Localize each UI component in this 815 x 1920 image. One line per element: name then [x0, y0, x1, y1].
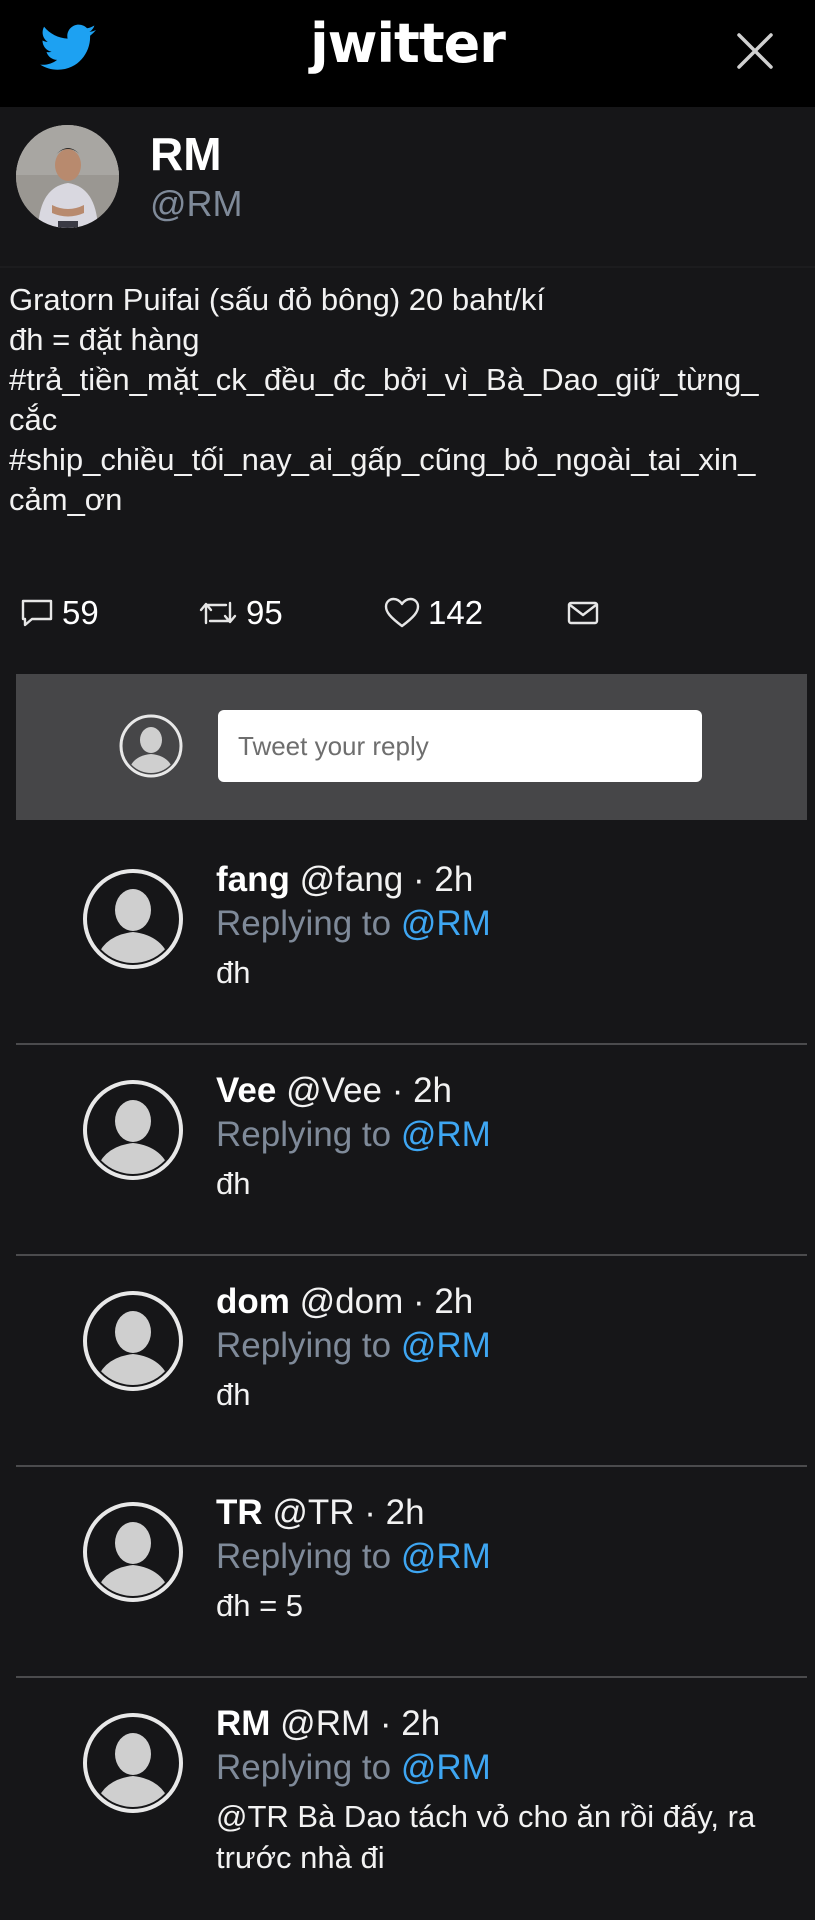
like-count: 142	[428, 594, 484, 631]
author-name[interactable]: RM	[150, 127, 222, 181]
mention-link[interactable]: @RM	[401, 1748, 491, 1787]
heart-icon	[384, 597, 420, 628]
app-logo-text: jwitter	[310, 12, 506, 75]
reply-text: đh	[216, 1377, 251, 1412]
top-bar: jwitter	[0, 0, 815, 107]
tweet-line: Gratorn Puifai (sấu đỏ bông) 20 baht/kí	[9, 282, 545, 317]
mention-link[interactable]: @RM	[401, 1537, 491, 1576]
reply-item[interactable]: RM @RM · 2h Replying to @RM @TR Bà Dao t…	[16, 1676, 807, 1887]
replying-to: Replying to @RM	[216, 1115, 491, 1155]
reply-item[interactable]: TR @TR · 2h Replying to @RM đh = 5	[16, 1465, 807, 1678]
retweet-count: 95	[246, 594, 283, 631]
mention-link[interactable]: @RM	[401, 1326, 491, 1365]
share-action[interactable]	[566, 588, 600, 638]
tweet-text: Gratorn Puifai (sấu đỏ bông) 20 baht/kí …	[9, 280, 809, 520]
author-handle[interactable]: @RM	[150, 183, 243, 225]
reply-item[interactable]: fang @fang · 2h Replying to @RM đh	[16, 832, 807, 1045]
replying-to: Replying to @RM	[216, 1748, 491, 1788]
reply-input[interactable]	[218, 710, 702, 782]
user-avatar-icon[interactable]	[82, 1290, 184, 1392]
reply-header: TR @TR · 2h	[216, 1493, 425, 1533]
reply-header: Vee @Vee · 2h	[216, 1071, 452, 1111]
mention-link[interactable]: @RM	[401, 904, 491, 943]
like-action[interactable]: 142	[384, 588, 483, 638]
retweet-action[interactable]: 95	[198, 588, 283, 638]
reply-author-name[interactable]: TR	[216, 1493, 263, 1532]
tweet-line: đh = đặt hàng	[9, 322, 200, 357]
tweet-actions: 59 95 142	[0, 588, 815, 638]
user-avatar-icon	[119, 714, 183, 778]
reply-item[interactable]: Vee @Vee · 2h Replying to @RM đh	[16, 1043, 807, 1256]
replying-to: Replying to @RM	[216, 1326, 491, 1366]
reply-meta: @Vee · 2h	[286, 1071, 453, 1110]
reply-text: đh	[216, 1166, 251, 1201]
reply-author-name[interactable]: fang	[216, 860, 290, 899]
replying-prefix: Replying to	[216, 1748, 392, 1787]
replying-prefix: Replying to	[216, 1326, 392, 1365]
user-avatar-icon[interactable]	[82, 868, 184, 970]
reply-composer	[16, 674, 807, 820]
user-avatar-icon[interactable]	[82, 1501, 184, 1603]
reply-author-name[interactable]: dom	[216, 1282, 290, 1321]
close-icon[interactable]	[736, 32, 774, 70]
hashtag-link[interactable]: #trả_tiền_mặt_ck_đều_đc_bởi_vì_Bà_Dao_gi…	[9, 360, 809, 400]
author-avatar[interactable]	[16, 125, 119, 228]
reply-meta: @fang · 2h	[299, 860, 474, 899]
mention-link[interactable]: @RM	[401, 1115, 491, 1154]
reply-action[interactable]: 59	[20, 588, 99, 638]
hashtag-link[interactable]: cắc	[9, 400, 809, 440]
reply-item[interactable]: dom @dom · 2h Replying to @RM đh	[16, 1254, 807, 1467]
reply-header: fang @fang · 2h	[216, 860, 473, 900]
reply-text: đh	[216, 955, 251, 990]
retweet-icon	[199, 601, 237, 625]
replying-prefix: Replying to	[216, 1115, 392, 1154]
user-avatar-icon[interactable]	[82, 1079, 184, 1181]
mail-icon	[567, 601, 599, 625]
user-avatar-icon[interactable]	[82, 1712, 184, 1814]
replying-prefix: Replying to	[216, 904, 392, 943]
replying-to: Replying to @RM	[216, 904, 491, 944]
divider	[0, 266, 815, 268]
hashtag-link[interactable]: #ship_chiều_tối_nay_ai_gấp_cũng_bỏ_ngoài…	[9, 440, 809, 480]
reply-text: @TR Bà Dao tách vỏ cho ăn rồi đấy, ra tr…	[216, 1799, 756, 1875]
reply-meta: @RM · 2h	[280, 1704, 441, 1743]
reply-header: RM @RM · 2h	[216, 1704, 440, 1744]
reply-meta: @dom · 2h	[299, 1282, 474, 1321]
reply-count: 59	[62, 594, 99, 631]
hashtag-link[interactable]: cảm_ơn	[9, 480, 809, 520]
author-photo	[16, 125, 119, 228]
reply-meta: @TR · 2h	[272, 1493, 425, 1532]
reply-text: đh = 5	[216, 1588, 304, 1623]
reply-author-name[interactable]: RM	[216, 1704, 270, 1743]
replying-prefix: Replying to	[216, 1537, 392, 1576]
reply-author-name[interactable]: Vee	[216, 1071, 276, 1110]
replying-to: Replying to @RM	[216, 1537, 491, 1577]
comment-icon	[21, 599, 53, 627]
reply-header: dom @dom · 2h	[216, 1282, 473, 1322]
